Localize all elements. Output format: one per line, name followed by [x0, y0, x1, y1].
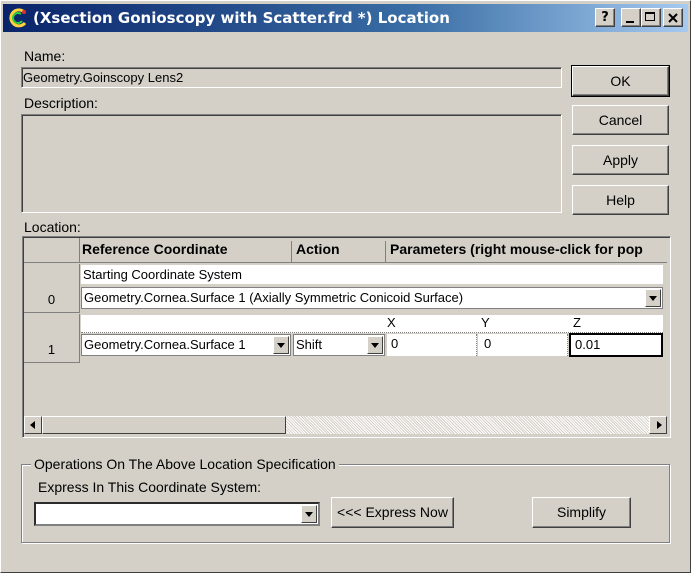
column-header-parameters-label: Parameters (right mouse-click for pop: [390, 241, 643, 257]
row-0-caption: Starting Coordinate System: [81, 265, 663, 284]
express-coordinate-select[interactable]: [34, 502, 320, 526]
description-field[interactable]: [21, 114, 562, 213]
corner-cell: [24, 238, 80, 262]
operations-group: Operations On The Above Location Specifi…: [21, 456, 670, 543]
column-header-action[interactable]: Action: [294, 241, 386, 262]
dropdown-arrow-icon[interactable]: [301, 505, 317, 523]
param-label-x: X: [387, 315, 396, 330]
scroll-thumb[interactable]: [42, 416, 286, 434]
close-button[interactable]: [663, 8, 683, 27]
horizontal-scrollbar[interactable]: [24, 416, 667, 434]
operations-group-title: Operations On The Above Location Specifi…: [31, 456, 339, 472]
row-1-coordinate-value: Geometry.Cornea.Surface 1: [84, 337, 246, 352]
cancel-button[interactable]: Cancel: [572, 105, 669, 135]
row-0-coordinate-select[interactable]: Geometry.Cornea.Surface 1 (Axially Symme…: [81, 287, 663, 309]
row-1-action-value: Shift: [296, 337, 323, 352]
dropdown-arrow-icon[interactable]: [645, 289, 661, 307]
maximize-icon: [645, 12, 655, 21]
minimize-icon: [626, 21, 634, 23]
column-header-action-label: Action: [296, 241, 340, 257]
location-label: Location:: [24, 219, 81, 235]
window-title: (Xsection Gonioscopy with Scatter.frd *)…: [33, 9, 450, 27]
column-header-parameters[interactable]: Parameters (right mouse-click for pop: [388, 241, 668, 262]
column-header-reference[interactable]: Reference Coordinate: [82, 241, 292, 262]
close-icon: [668, 13, 678, 23]
location-dialog: (Xsection Gonioscopy with Scatter.frd *)…: [0, 0, 691, 573]
maximize-button[interactable]: [641, 8, 661, 27]
express-label: Express In This Coordinate System:: [38, 479, 262, 495]
column-header-reference-label: Reference Coordinate: [82, 241, 228, 257]
row-1-action-select[interactable]: Shift: [293, 334, 385, 356]
app-icon: [9, 8, 27, 28]
minimize-button[interactable]: [621, 8, 641, 27]
scroll-right-button[interactable]: [649, 416, 667, 434]
param-label-y: Y: [481, 315, 490, 330]
apply-button[interactable]: Apply: [572, 145, 669, 175]
param-y-input[interactable]: 0: [478, 334, 568, 356]
param-label-z: Z: [573, 315, 581, 330]
ok-button[interactable]: OK: [571, 65, 670, 97]
scroll-left-button[interactable]: [24, 416, 42, 434]
name-label: Name:: [24, 48, 66, 64]
grid-header: Reference Coordinate Action Parameters (…: [24, 238, 667, 263]
row-0-coordinate-value: Geometry.Cornea.Surface 1 (Axially Symme…: [84, 290, 464, 305]
row-header-0[interactable]: 0: [24, 264, 80, 313]
simplify-button[interactable]: Simplify: [532, 497, 631, 528]
name-field[interactable]: Geometry.Goinscopy Lens2: [21, 67, 562, 88]
param-z-input[interactable]: 0.01: [569, 333, 663, 357]
name-value: Geometry.Goinscopy Lens2: [23, 70, 184, 85]
arrow-right-icon: [657, 421, 662, 429]
help-button[interactable]: Help: [572, 185, 669, 215]
arrow-left-icon: [30, 421, 35, 429]
row-header-1[interactable]: 1: [24, 314, 80, 363]
dropdown-arrow-icon[interactable]: [273, 336, 289, 354]
description-label: Description:: [24, 95, 98, 111]
title-bar[interactable]: (Xsection Gonioscopy with Scatter.frd *)…: [3, 4, 688, 32]
row-1-param-label-row: X Y Z: [81, 315, 663, 333]
help-title-button[interactable]: ?: [595, 8, 615, 27]
location-grid[interactable]: Reference Coordinate Action Parameters (…: [22, 236, 671, 438]
dropdown-arrow-icon[interactable]: [367, 336, 383, 354]
param-x-input[interactable]: 0: [387, 334, 477, 356]
help-icon: ?: [601, 10, 609, 25]
row-1-coordinate-select[interactable]: Geometry.Cornea.Surface 1: [81, 334, 291, 356]
express-now-button[interactable]: <<< Express Now: [331, 497, 454, 528]
